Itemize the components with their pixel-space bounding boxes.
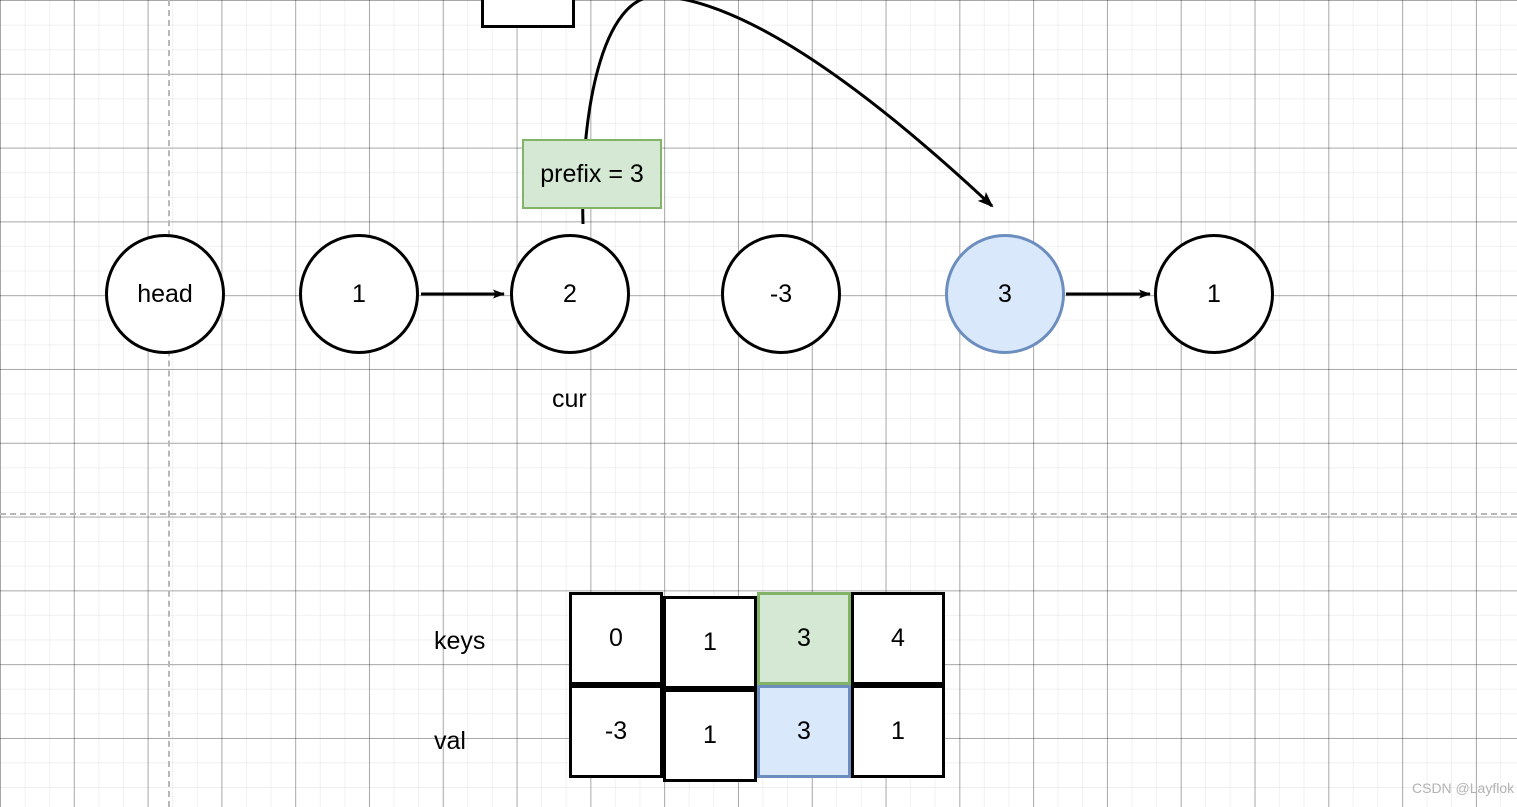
page-break-vertical-line [168,0,170,807]
table-cell-value: 4 [891,624,905,652]
prefix-annotation-label: prefix = 3 [540,159,644,188]
table-cell-keys-1[interactable]: 1 [663,596,757,689]
table-cell-value: 1 [703,721,717,749]
list-node-3-highlighted[interactable]: 3 [945,234,1065,354]
list-node-1[interactable]: 1 [299,234,419,354]
table-cell-val-1[interactable]: 1 [663,689,757,782]
cur-pointer-label: cur [552,385,587,413]
table-cell-value: 0 [609,624,623,652]
list-node-minus3[interactable]: -3 [721,234,841,354]
table-cell-val-3[interactable]: 1 [851,685,945,778]
partial-rectangle-top[interactable] [481,0,575,28]
list-node-label: head [137,279,193,308]
table-cell-keys-3[interactable]: 4 [851,592,945,685]
diagram-canvas: prefix = 3 head 1 2 -3 3 1 cur keys val … [0,0,1517,807]
list-node-last-1[interactable]: 1 [1154,234,1274,354]
table-cell-value: 1 [891,717,905,745]
prefix-annotation-box[interactable]: prefix = 3 [522,139,662,209]
table-cell-value: 3 [797,717,811,745]
list-node-label: 3 [998,279,1012,308]
page-break-horizontal-line [0,513,1517,515]
table-cell-keys-2[interactable]: 3 [757,592,851,685]
list-node-2[interactable]: 2 [510,234,630,354]
list-node-label: 1 [1207,279,1221,308]
table-cell-value: 3 [797,624,811,652]
list-node-label: 1 [352,279,366,308]
table-cell-value: -3 [604,717,628,745]
list-node-label: 2 [563,279,577,308]
table-cell-val-2[interactable]: 3 [757,685,851,778]
table-row-label-val: val [434,727,466,755]
list-node-label: -3 [769,279,793,308]
table-cell-val-0[interactable]: -3 [569,685,663,778]
watermark: CSDN @Layflok [1412,780,1515,796]
table-cell-value: 1 [703,628,717,656]
table-cell-keys-0[interactable]: 0 [569,592,663,685]
table-row-label-keys: keys [434,627,486,655]
list-node-head[interactable]: head [105,234,225,354]
